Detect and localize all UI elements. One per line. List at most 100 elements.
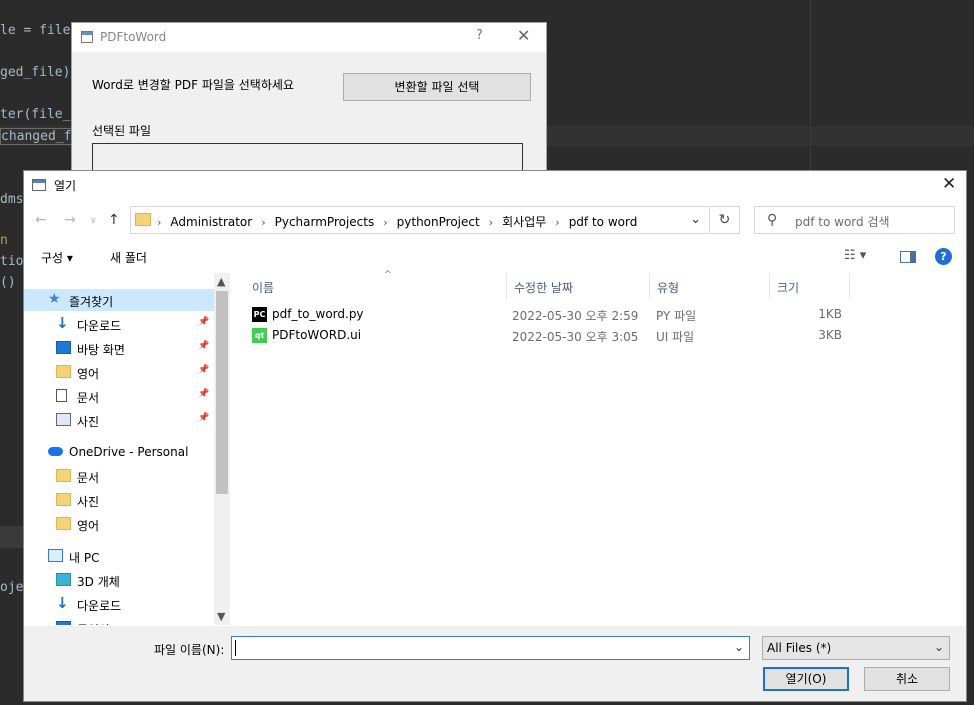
nav-item[interactable]: OneDrive - Personal: [24, 441, 214, 463]
file-row[interactable]: qt PDFtoWORD.ui 2022-05-30 오후 3:05 UI 파일 3KB: [231, 325, 966, 346]
file-type-select[interactable]: All Files (*) ⌄: [762, 636, 950, 660]
up-arrow-icon[interactable]: ↑: [108, 212, 120, 228]
nav-item-label: 바탕 화면: [77, 343, 125, 357]
help-icon[interactable]: ?: [935, 248, 952, 265]
code-line: changed_f: [0, 128, 73, 145]
folder-icon: [56, 517, 71, 530]
nav-item[interactable]: ↓ 다운로드: [24, 593, 214, 615]
folder-icon: [56, 493, 71, 506]
file-row[interactable]: PC pdf_to_word.py 2022-05-30 오후 2:59 PY 파일 1…: [231, 304, 966, 325]
nav-item-label: 즐겨찾기: [69, 295, 114, 309]
chevron-right-icon[interactable]: ›: [261, 216, 265, 229]
column-header-name[interactable]: 이름 ^: [245, 270, 507, 299]
search-input[interactable]: pdf to word 검색: [795, 213, 890, 230]
nav-item[interactable]: ↓ 다운로드 📌: [24, 313, 214, 335]
pin-icon[interactable]: 📌: [198, 413, 209, 423]
new-folder-button[interactable]: 새 폴더: [110, 249, 147, 266]
chevron-right-icon[interactable]: ›: [383, 216, 387, 229]
preview-pane-icon[interactable]: [900, 251, 916, 263]
nav-item[interactable]: 문서 📌: [24, 385, 214, 407]
column-header-date[interactable]: 수정한 날짜: [507, 273, 650, 299]
nav-item[interactable]: ★ 즐겨찾기: [24, 289, 214, 311]
sort-ascending-icon: ^: [384, 270, 392, 280]
window-icon: [32, 179, 46, 191]
close-button[interactable]: ✕: [942, 174, 956, 194]
chevron-down-icon[interactable]: ⌄: [734, 640, 744, 654]
code-line: n: [0, 233, 8, 248]
download-icon: ↓: [56, 314, 69, 332]
scroll-up-icon[interactable]: ▲: [217, 275, 225, 288]
breadcrumb-item[interactable]: pdf to word: [569, 215, 638, 229]
nav-item-label: 문서: [77, 391, 100, 405]
view-options-icon[interactable]: ☷ ▾: [844, 248, 866, 263]
select-prompt: Word로 변경할 PDF 파일을 선택하세요: [92, 78, 294, 92]
search-box[interactable]: ⚲ pdf to word 검색: [754, 206, 955, 234]
address-bar[interactable]: › Administrator › PycharmProjects › pythonPro…: [130, 206, 710, 234]
navigation-pane: ★ 즐겨찾기 ↓ 다운로드 📌 바탕 화면 📌 영어 📌 문서 📌 사진 📌 OneDrive - Per…: [24, 273, 230, 625]
nav-item[interactable]: 사진: [24, 489, 214, 511]
open-file-dialog: 열기 ✕ ← → ∨ ↑ › Administrator › PycharmProje…: [23, 170, 967, 702]
refresh-icon[interactable]: ↻: [710, 206, 740, 234]
breadcrumb-item[interactable]: 회사업무: [502, 215, 546, 229]
breadcrumb: › Administrator › PycharmProjects › pythonPro…: [157, 213, 637, 230]
nav-scrollbar[interactable]: ▲ ▼: [214, 273, 230, 625]
dialog-title: 열기: [54, 179, 77, 193]
close-button[interactable]: ✕: [517, 26, 530, 45]
pin-icon[interactable]: 📌: [198, 365, 209, 375]
file-size: 1KB: [818, 307, 842, 321]
nav-item[interactable]: 내 PC: [24, 545, 214, 567]
nav-item-label: 동영상: [77, 621, 110, 625]
3d-objects-icon: [56, 573, 71, 586]
nav-item[interactable]: 영어 📌: [24, 361, 214, 383]
code-line: dms: [0, 192, 24, 207]
nav-item[interactable]: 영어: [24, 513, 214, 535]
breadcrumb-item[interactable]: pythonProject: [397, 215, 480, 229]
filename-input[interactable]: ⌄: [231, 636, 750, 660]
file-date: 2022-05-30 오후 3:05: [512, 330, 639, 344]
forward-arrow-icon[interactable]: →: [64, 212, 76, 228]
nav-item-label: OneDrive - Personal: [69, 445, 189, 459]
column-header-size[interactable]: 크기: [770, 273, 850, 299]
chevron-down-icon: ⌄: [933, 640, 944, 654]
pin-icon[interactable]: 📌: [198, 317, 209, 327]
dialog-titlebar[interactable]: 열기 ✕: [24, 171, 966, 199]
pin-icon[interactable]: 📌: [198, 341, 209, 351]
nav-item-label: 문서: [77, 471, 100, 485]
chevron-down-icon[interactable]: ⌄: [690, 212, 701, 227]
pc-icon: [48, 549, 63, 562]
nav-item-label: 다운로드: [77, 319, 122, 333]
breadcrumb-item[interactable]: PycharmProjects: [275, 215, 375, 229]
document-icon: [56, 389, 67, 402]
code-line: oje: [0, 580, 24, 595]
chevron-right-icon[interactable]: ›: [489, 216, 493, 229]
chevron-right-icon: ›: [157, 216, 162, 229]
nav-item[interactable]: 동영상: [24, 617, 214, 625]
cancel-button[interactable]: 취소: [864, 667, 950, 691]
nav-item[interactable]: 문서: [24, 465, 214, 487]
scroll-down-icon[interactable]: ▼: [217, 610, 225, 623]
folder-icon: [56, 365, 71, 378]
file-size: 3KB: [818, 328, 842, 342]
back-arrow-icon[interactable]: ←: [35, 212, 47, 228]
recent-locations-chevron-icon[interactable]: ∨: [90, 216, 97, 226]
breadcrumb-item[interactable]: Administrator: [170, 215, 252, 229]
pin-icon[interactable]: 📌: [198, 389, 209, 399]
scroll-thumb[interactable]: [216, 291, 228, 494]
open-button[interactable]: 열기(O): [763, 667, 849, 691]
nav-item[interactable]: 사진 📌: [24, 409, 214, 431]
organize-button[interactable]: 구성 ▾: [41, 249, 73, 266]
chevron-right-icon[interactable]: ›: [555, 216, 559, 229]
nav-item[interactable]: 3D 개체: [24, 569, 214, 591]
app-titlebar[interactable]: PDFtoWord ? ✕: [72, 23, 546, 52]
select-file-button[interactable]: 변환할 파일 선택: [343, 73, 531, 101]
folder-icon: [135, 213, 151, 226]
help-button[interactable]: ?: [476, 28, 483, 43]
cloud-icon: [48, 447, 63, 456]
nav-item-label: 사진: [77, 415, 100, 429]
text-caret: [235, 640, 236, 656]
qt-ui-file-icon: qt: [252, 328, 267, 343]
file-name: pdf_to_word.py: [272, 307, 364, 321]
column-header-type[interactable]: 유형: [650, 273, 770, 299]
code-line: ged_file): [0, 65, 71, 80]
nav-item[interactable]: 바탕 화면 📌: [24, 337, 214, 359]
